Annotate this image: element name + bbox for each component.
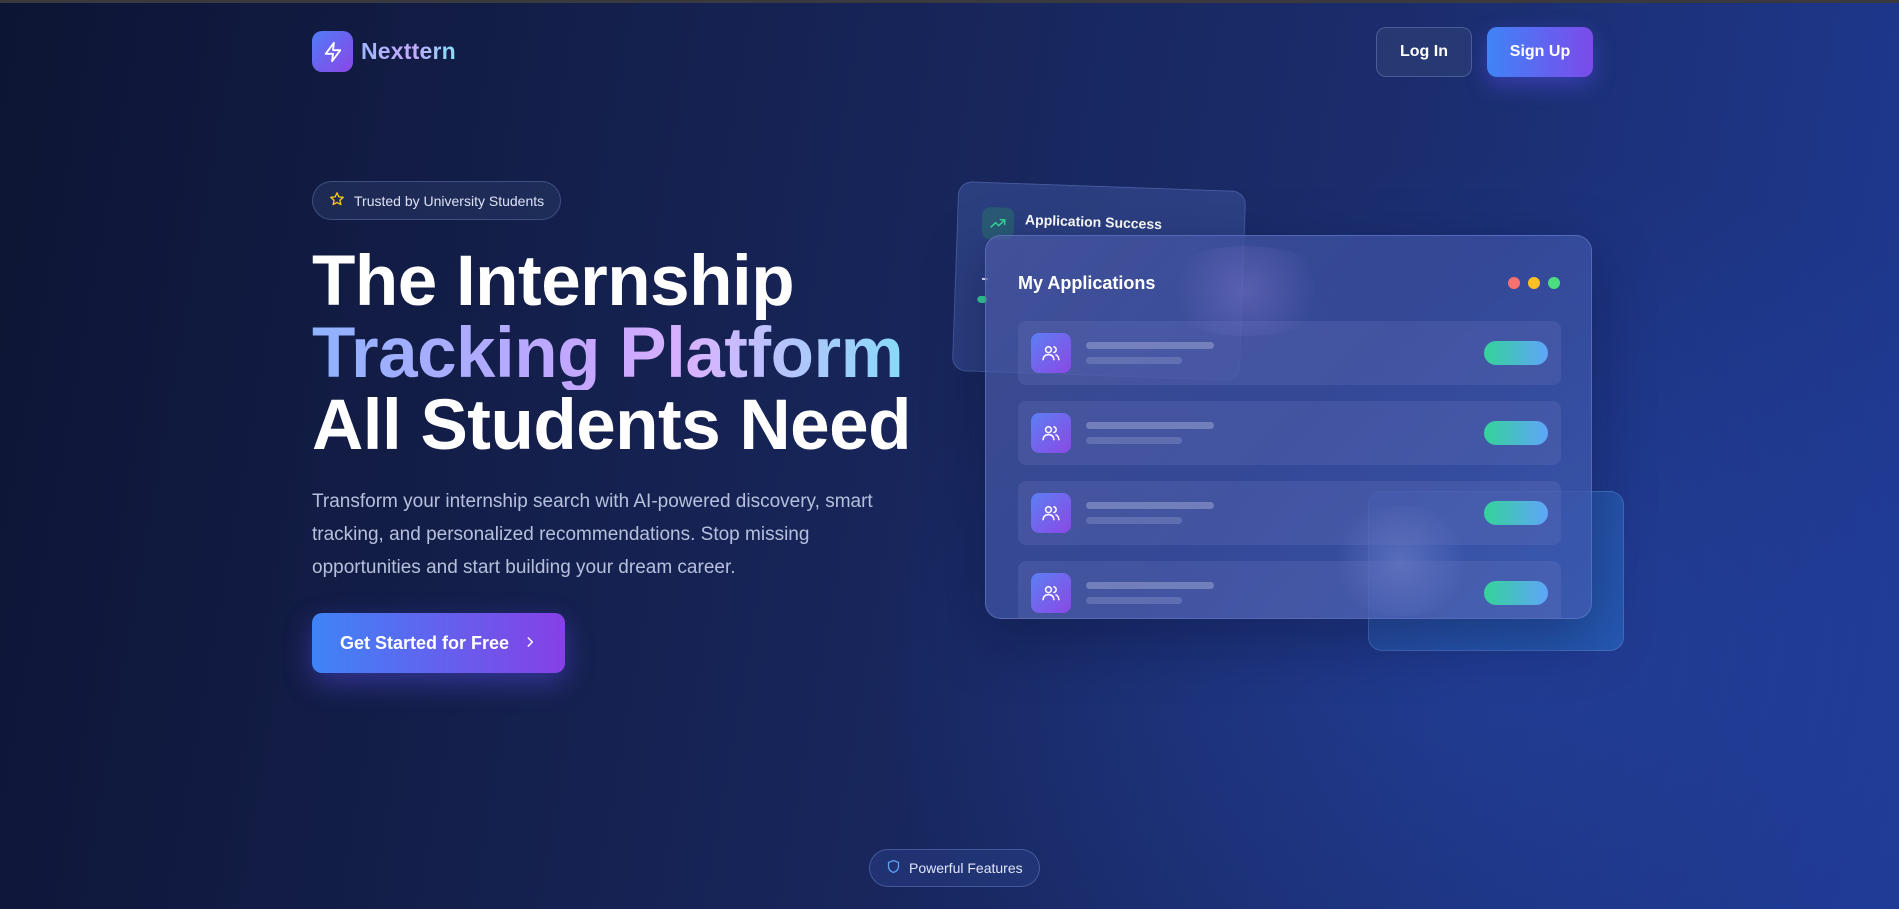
trust-badge-label: Trusted by University Students [354, 192, 545, 209]
my-applications-card: My Applications [985, 235, 1592, 619]
chevron-right-icon [523, 633, 537, 654]
features-badge-label: Powerful Features [909, 860, 1023, 876]
lightning-bolt-icon [312, 31, 353, 72]
get-started-label: Get Started for Free [339, 632, 510, 653]
login-button[interactable]: Log In [1376, 27, 1472, 77]
placeholder-line [1086, 582, 1214, 589]
application-row [1018, 561, 1561, 618]
users-icon [1031, 413, 1071, 453]
features-badge: Powerful Features [869, 849, 1040, 887]
placeholder-line [1086, 342, 1214, 349]
placeholder-line [1086, 357, 1182, 364]
placeholder-line [1086, 422, 1214, 429]
application-row [1018, 321, 1561, 385]
application-row [1018, 481, 1561, 545]
window-controls [1508, 277, 1560, 289]
hero-subtitle: Transform your internship search with AI… [312, 491, 873, 578]
star-icon [329, 191, 345, 210]
users-icon [1031, 573, 1071, 613]
application-row [1018, 401, 1561, 465]
window-dot-yellow [1528, 277, 1540, 289]
users-icon [1031, 493, 1071, 533]
placeholder-line [1086, 597, 1182, 604]
signup-button[interactable]: Sign Up [1487, 27, 1593, 77]
hero-title: The Internship Tracking Platform All Stu… [312, 246, 952, 462]
hero-title-line-2: Tracking Platform [312, 318, 952, 390]
shield-icon [886, 859, 901, 877]
trust-badge: Trusted by University Students [312, 181, 562, 220]
status-pill [1484, 581, 1548, 605]
status-pill [1484, 421, 1548, 445]
hero-title-line-3: All Students Need [312, 386, 912, 465]
status-pill [1484, 501, 1548, 525]
application-success-title: Application Success [1024, 211, 1163, 233]
get-started-button[interactable]: Get Started for Free [312, 613, 565, 673]
logo-text: Nexttern [361, 38, 456, 64]
window-dot-red [1508, 277, 1520, 289]
placeholder-line [1086, 437, 1182, 444]
status-pill [1484, 341, 1548, 365]
placeholder-line [1086, 517, 1182, 524]
hero-title-line-1: The Internship [312, 242, 795, 321]
top-border [0, 0, 1899, 3]
placeholder-line [1086, 502, 1214, 509]
window-dot-green [1548, 277, 1560, 289]
users-icon [1031, 333, 1071, 373]
logo[interactable]: Nexttern [312, 31, 456, 72]
my-applications-title: My Applications [1018, 273, 1156, 293]
